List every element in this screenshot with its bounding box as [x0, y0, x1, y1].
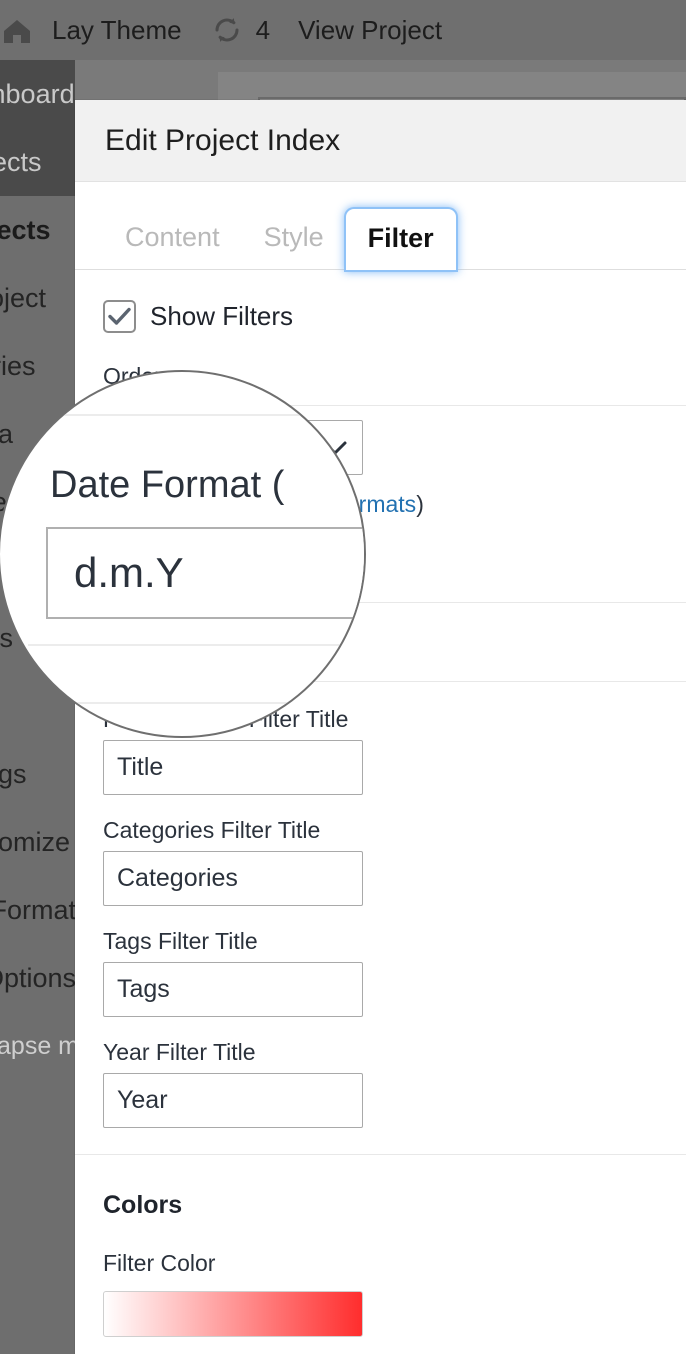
sidebar-item-projects[interactable]: rojects [0, 196, 75, 264]
magnified-divider [28, 702, 366, 704]
modal-header: Edit Project Index [75, 100, 686, 182]
categories-filter-title-field: Categories Filter Title Categories [103, 811, 658, 922]
sidebar-item-add-project[interactable]: Project [0, 264, 75, 332]
magnifier-content: Date Format ( d.m.Y [0, 372, 366, 738]
sidebar-item-label: rojects [0, 215, 51, 246]
filter-color-label: Filter Color [103, 1250, 658, 1277]
colors-heading: Colors [103, 1155, 658, 1250]
magnifier-loupe: Date Format ( d.m.Y [0, 370, 366, 738]
colors-section: Colors Filter Color [75, 1155, 686, 1337]
modal-title: Edit Project Index [105, 124, 340, 158]
sidebar-item-text-formats[interactable]: xt Formats [0, 876, 75, 944]
screen-root: Lay Theme 4 View Project ashboard roject… [0, 0, 686, 1354]
sidebar-item-label: Project [0, 283, 46, 314]
show-filters-checkbox[interactable] [103, 300, 136, 333]
tags-filter-title-field: Tags Filter Title Tags [103, 922, 658, 1033]
sidebar-item-settings[interactable]: ttings [0, 740, 75, 808]
categories-filter-title-input[interactable]: Categories [103, 851, 363, 906]
sidebar-item-label: ollapse menu [0, 1032, 75, 1061]
wp-admin-bar: Lay Theme 4 View Project [0, 0, 686, 60]
modal-tabs: Content Style Filter [75, 182, 686, 270]
sidebar-item-dashboard[interactable]: ashboard [0, 60, 75, 128]
sidebar-item-label: ustomize [0, 827, 70, 858]
sidebar-item-label: ttings [0, 759, 27, 790]
wordpress-home-icon [0, 15, 34, 45]
tab-style[interactable]: Style [242, 222, 346, 269]
tags-filter-title-label: Tags Filter Title [103, 928, 658, 955]
year-filter-title-label: Year Filter Title [103, 1039, 658, 1066]
filter-titles-section: Project Name Filter Title Title Categori… [75, 682, 686, 1144]
magnified-divider [28, 414, 348, 416]
checkmark-icon [108, 307, 131, 326]
date-format-label-suffix: ) [416, 491, 424, 517]
sidebar-item-projects-section[interactable]: rojects [0, 128, 75, 196]
magnified-date-format-label: Date Format ( [50, 464, 284, 507]
year-filter-title-input[interactable]: Year [103, 1073, 363, 1128]
magnified-divider [28, 644, 348, 646]
sidebar-item-customize[interactable]: ustomize [0, 808, 75, 876]
admin-bar-site-title[interactable]: Lay Theme [38, 0, 196, 60]
admin-bar-home[interactable] [0, 0, 38, 60]
categories-filter-title-label: Categories Filter Title [103, 817, 658, 844]
sidebar-item-label: ashboard [0, 79, 75, 110]
sidebar-collapse-menu[interactable]: ollapse menu [0, 1012, 75, 1080]
sidebar-item-label: xt Formats [0, 895, 75, 926]
tab-content[interactable]: Content [103, 222, 242, 269]
filter-color-swatch[interactable] [103, 1291, 363, 1337]
show-filters-row[interactable]: Show Filters [103, 270, 658, 339]
magnified-date-format-input[interactable]: d.m.Y [46, 527, 366, 619]
show-filters-label: Show Filters [150, 301, 293, 332]
project-name-filter-title-input[interactable]: Title [103, 740, 363, 795]
tags-filter-title-input[interactable]: Tags [103, 962, 363, 1017]
refresh-icon [210, 15, 244, 45]
comment-count: 4 [256, 15, 270, 46]
sidebar-item-lay-options[interactable]: y Options [0, 944, 75, 1012]
sidebar-item-label: y Options [0, 963, 75, 994]
tab-filter[interactable]: Filter [346, 209, 456, 270]
year-filter-title-field: Year Filter Title Year [103, 1033, 658, 1144]
show-filters-section: Show Filters [75, 270, 686, 339]
admin-bar-view-project[interactable]: View Project [284, 0, 456, 60]
sidebar-item-label: rojects [0, 147, 42, 178]
admin-bar-comments[interactable]: 4 [196, 0, 284, 60]
